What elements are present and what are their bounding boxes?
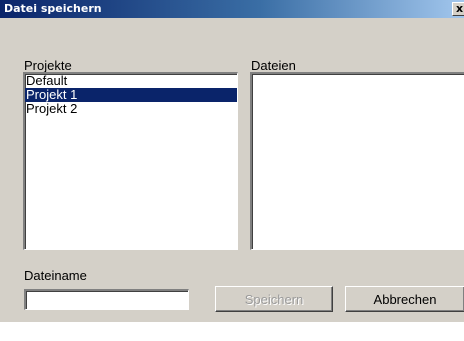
- save-button[interactable]: Speichern: [215, 286, 333, 312]
- files-listbox[interactable]: [250, 72, 464, 250]
- cancel-button[interactable]: Abbrechen: [345, 286, 464, 312]
- dialog-title: Datei speichern: [4, 2, 102, 15]
- close-icon: x: [456, 2, 464, 15]
- filename-label: Dateiname: [24, 268, 87, 283]
- projects-label: Projekte: [24, 58, 72, 73]
- project-list-item[interactable]: Projekt 2: [25, 102, 237, 116]
- projects-listbox[interactable]: Default Projekt 1 Projekt 2: [23, 72, 238, 250]
- files-label: Dateien: [251, 58, 296, 73]
- project-list-item[interactable]: Default: [25, 74, 237, 88]
- project-list-item[interactable]: Projekt 1: [25, 88, 237, 102]
- close-button[interactable]: x: [452, 2, 464, 16]
- save-file-dialog: Datei speichern x Projekte Default Projek…: [0, 0, 464, 322]
- filename-input[interactable]: [24, 289, 189, 310]
- title-bar[interactable]: Datei speichern x: [0, 0, 464, 18]
